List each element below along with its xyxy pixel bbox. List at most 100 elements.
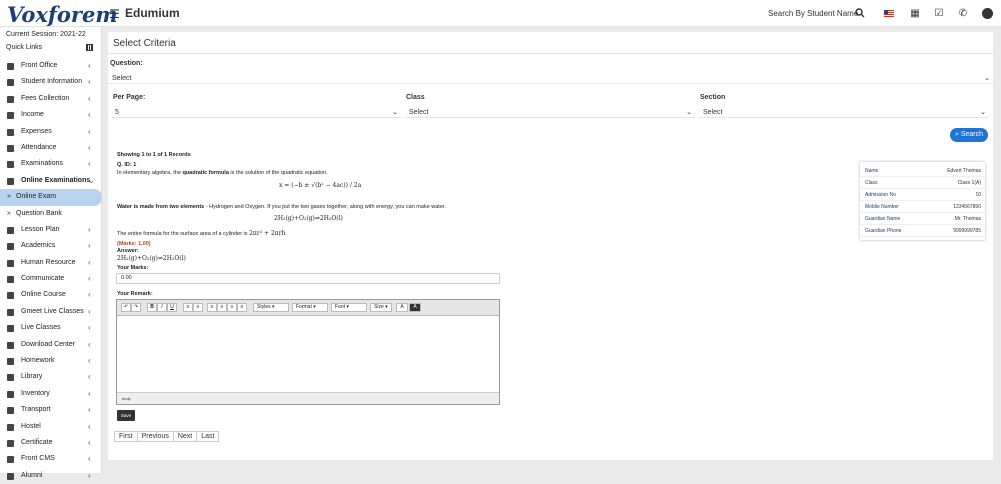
- hamburger-menu-icon[interactable]: ☰: [109, 7, 120, 21]
- class-label: Class: [406, 94, 425, 101]
- editor-status-bar: body: [117, 392, 499, 404]
- calendar-icon[interactable]: ▦: [909, 8, 921, 20]
- sidebar-item-communicate[interactable]: Communicate ‹: [0, 271, 102, 287]
- sidebar-item-inventory[interactable]: Inventory ‹: [0, 386, 102, 402]
- map-icon: [7, 161, 14, 169]
- sidebar-item-front-cms[interactable]: Front CMS ‹: [0, 451, 102, 467]
- page-last[interactable]: Last: [196, 431, 220, 442]
- sidebar-item-academics[interactable]: Academics ‹: [0, 238, 102, 254]
- users-icon: [7, 79, 14, 87]
- sidebar-item-certificate[interactable]: Certificate ‹: [0, 435, 102, 451]
- chevron-left-icon: ‹: [88, 454, 91, 464]
- chevron-left-icon: ‹: [88, 110, 91, 120]
- sidebar-item-expenses[interactable]: Expenses ‹: [0, 124, 102, 140]
- chevron-left-icon: ‹: [88, 388, 91, 398]
- sidebar-item-gmeet-live-classes[interactable]: Gmeet Live Classes ‹: [0, 304, 102, 320]
- grid-icon[interactable]: [86, 44, 93, 51]
- chevron-left-icon: ‹: [88, 405, 91, 415]
- question-marks: (Marks: 1.00): [117, 241, 151, 247]
- per-page-select[interactable]: 5 ⌄: [111, 107, 401, 118]
- sidebar-item-lesson-plan[interactable]: Lesson Plan ‹: [0, 222, 102, 238]
- sidebar-item-live-classes[interactable]: Live Classes ‹: [0, 320, 102, 336]
- user-avatar[interactable]: [982, 8, 993, 19]
- money-icon: [7, 95, 14, 103]
- sidebar-item-income[interactable]: Income ‹: [0, 107, 102, 123]
- quick-links-label[interactable]: Quick Links: [6, 44, 42, 51]
- chevron-down-icon: ⌄: [88, 175, 95, 185]
- chevron-left-icon: ‹: [88, 323, 91, 333]
- underline-button[interactable]: U: [167, 303, 177, 312]
- size-dropdown[interactable]: Size ▾: [370, 303, 392, 312]
- page-previous[interactable]: Previous: [136, 431, 174, 442]
- cap-icon: [7, 243, 14, 251]
- question-select[interactable]: Select ⌄: [108, 73, 993, 84]
- main-content: Select Criteria Question: Select ⌄ Per Pa…: [108, 32, 993, 460]
- student-row-mobile: Mobile Number 1234567890: [860, 201, 985, 213]
- book-icon: [7, 374, 14, 382]
- question-line-3: The entire formula for the surface area …: [117, 230, 286, 237]
- chevron-down-icon: ⌄: [980, 109, 986, 116]
- align-left-icon[interactable]: ≡: [207, 303, 217, 312]
- ordered-list-icon[interactable]: ≡: [183, 303, 193, 312]
- font-dropdown[interactable]: Font ▾: [331, 303, 367, 312]
- search-icon[interactable]: [855, 8, 865, 18]
- chevron-left-icon: ‹: [88, 257, 91, 267]
- sidebar-item-library[interactable]: Library ‹: [0, 369, 102, 385]
- your-marks-input[interactable]: 0.00: [116, 273, 500, 284]
- text-color-icon[interactable]: A: [396, 303, 408, 312]
- current-session: Current Session: 2021-22: [6, 31, 86, 38]
- unordered-list-icon[interactable]: ≡: [193, 303, 203, 312]
- page-first[interactable]: First: [114, 431, 138, 442]
- sidebar-item-front-office[interactable]: Front Office ‹: [0, 58, 102, 74]
- undo-icon[interactable]: ↶: [121, 303, 131, 312]
- align-justify-icon[interactable]: ≡: [237, 303, 247, 312]
- sidebar-item-alumni[interactable]: Alumni ‹: [0, 468, 102, 484]
- sidebar-item-homework[interactable]: Homework ‹: [0, 353, 102, 369]
- sidebar-item-hostel[interactable]: Hostel ‹: [0, 419, 102, 435]
- your-marks-label: Your Marks:: [117, 265, 149, 271]
- chevron-left-icon: ‹: [88, 126, 91, 136]
- bold-button[interactable]: B: [147, 303, 157, 312]
- question-line-1: In elementary algebra, the quadratic for…: [117, 170, 328, 176]
- section-select[interactable]: Select ⌄: [699, 107, 989, 118]
- question-line-2: Water is made from two elements - Hydrog…: [117, 204, 446, 210]
- sidebar-item-attendance[interactable]: Attendance ‹: [0, 140, 102, 156]
- answer-value: 2H₂(g)+O₂(g)⇌2H₂O(l): [117, 255, 186, 262]
- sidebar-item-human-resource[interactable]: Human Resource ‹: [0, 255, 102, 271]
- background-color-icon[interactable]: A: [409, 303, 421, 312]
- certificate-icon: [7, 439, 14, 447]
- sidebar-item-question-bank[interactable]: » Question Bank: [0, 206, 102, 222]
- redo-icon[interactable]: ↷: [131, 303, 141, 312]
- sidebar-item-online-examinations[interactable]: Online Examinations ⌄: [0, 173, 102, 189]
- student-search-input[interactable]: Search By Student Name: [768, 9, 858, 18]
- logo[interactable]: Voxforem: [7, 2, 118, 27]
- task-check-icon[interactable]: ☑: [933, 8, 945, 20]
- chevron-left-icon: ‹: [88, 306, 91, 316]
- page-title: Select Criteria: [113, 38, 176, 49]
- search-button[interactable]: ⌕ Search: [950, 128, 988, 142]
- sidebar-item-transport[interactable]: Transport ‹: [0, 402, 102, 418]
- styles-dropdown[interactable]: Styles ▾: [253, 303, 289, 312]
- sidebar-item-online-course[interactable]: Online Course ‹: [0, 287, 102, 303]
- sidebar-item-examinations[interactable]: Examinations ‹: [0, 156, 102, 172]
- italic-button[interactable]: I: [157, 303, 167, 312]
- desk-icon: [7, 63, 14, 70]
- align-center-icon[interactable]: ≡: [217, 303, 227, 312]
- chevron-down-icon: ⌄: [392, 109, 398, 116]
- save-button[interactable]: Save: [117, 410, 135, 421]
- format-dropdown[interactable]: Format ▾: [292, 303, 328, 312]
- question-id: Q. ID: 1: [117, 162, 137, 168]
- page-next[interactable]: Next: [172, 431, 198, 442]
- language-flag-icon[interactable]: [884, 10, 894, 17]
- align-right-icon[interactable]: ≡: [227, 303, 237, 312]
- class-select[interactable]: Select ⌄: [405, 107, 695, 118]
- double-arrow-icon: »: [7, 209, 11, 217]
- editor-body[interactable]: [117, 316, 499, 392]
- sidebar-item-online-exam[interactable]: » Online Exam: [0, 189, 102, 206]
- sidebar-item-student-information[interactable]: Student Information ‹: [0, 74, 102, 90]
- whatsapp-icon[interactable]: ✆: [957, 8, 969, 20]
- sidebar-item-download-center[interactable]: Download Center ‹: [0, 337, 102, 353]
- student-row-guardian-name: Guardian Name Mr. Thomas: [860, 213, 985, 225]
- sidebar-item-fees-collection[interactable]: Fees Collection ‹: [0, 91, 102, 107]
- chevron-left-icon: ‹: [88, 372, 91, 382]
